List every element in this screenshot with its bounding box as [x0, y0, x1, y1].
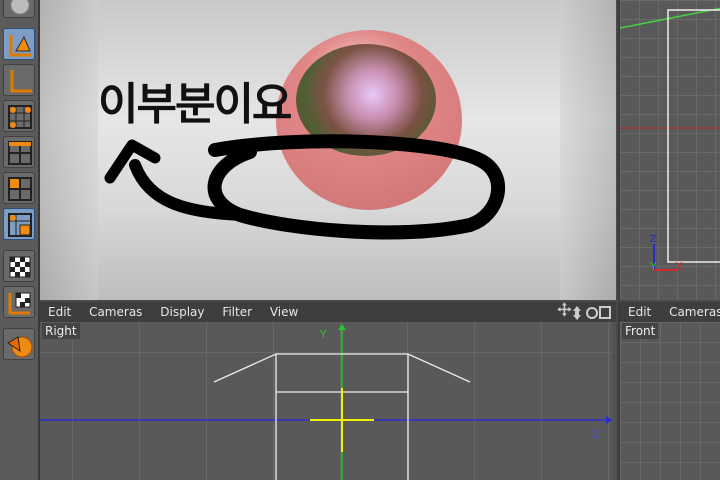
menu-cameras-front[interactable]: Cameras: [669, 305, 720, 319]
texture-icon[interactable]: [3, 250, 35, 282]
annotation-scribble: [104, 134, 505, 240]
viewport-label-front: Front: [622, 323, 659, 339]
right-view-panel: Edit Cameras Display Filter View Right Y…: [40, 302, 616, 480]
texture-axis-icon[interactable]: [3, 286, 35, 318]
axis-z-label-bottom: Z: [592, 428, 600, 441]
sculpt-icon[interactable]: [3, 328, 35, 360]
menu-filter[interactable]: Filter: [222, 305, 252, 319]
right-view-menubar: Edit Cameras Display Filter View: [40, 302, 616, 322]
axis-x-label: X: [675, 260, 683, 273]
points-grid-icon[interactable]: [3, 136, 35, 168]
uv-grid-icon[interactable]: [3, 208, 35, 240]
edges-grid-icon[interactable]: [3, 172, 35, 204]
axis-y-label: Y: [650, 260, 657, 273]
front-view-panel: Edit Cameras Front: [618, 302, 720, 480]
menu-display[interactable]: Display: [160, 305, 204, 319]
menu-edit-front[interactable]: Edit: [628, 305, 651, 319]
render-view[interactable]: 이부분이요: [40, 0, 616, 300]
front-view-menubar: Edit Cameras: [620, 302, 720, 322]
move-axis-icon[interactable]: [3, 28, 35, 60]
right-view-grid[interactable]: Right Y Z: [40, 322, 612, 480]
tool-palette: [0, 0, 40, 480]
object-grid-icon[interactable]: [3, 100, 35, 132]
menu-cameras[interactable]: Cameras: [89, 305, 142, 319]
menu-view[interactable]: View: [270, 305, 298, 319]
axis-icon[interactable]: [3, 64, 35, 96]
menu-edit[interactable]: Edit: [48, 305, 71, 319]
front-view-grid[interactable]: Front: [620, 322, 720, 480]
perspective-viewport-right[interactable]: Z Y X: [618, 0, 720, 300]
globe-icon[interactable]: [3, 0, 35, 18]
axis-z-label: Z: [650, 234, 657, 245]
axis-y-label-bottom: Y: [320, 328, 327, 341]
